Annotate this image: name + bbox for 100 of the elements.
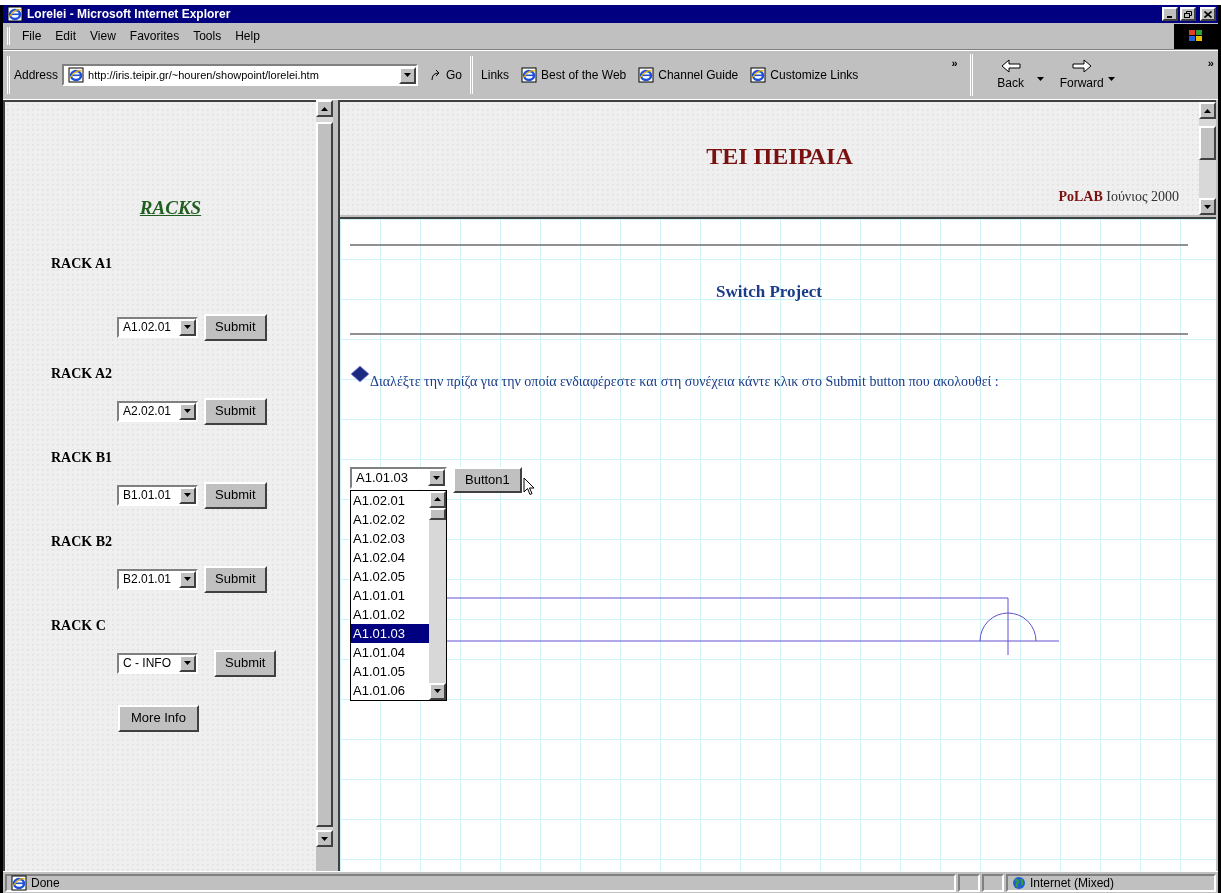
window-title: Lorelei - Microsoft Internet Explorer bbox=[27, 6, 232, 23]
menu-item[interactable]: Favorites bbox=[129, 27, 180, 45]
racks-heading: RACKS bbox=[139, 196, 202, 220]
forward-button[interactable]: Forward bbox=[1055, 58, 1108, 92]
up-arrow-icon bbox=[1204, 108, 1211, 113]
restore-icon[interactable] bbox=[1180, 7, 1196, 21]
menu-item[interactable]: File bbox=[22, 27, 42, 45]
credit-text: PoLAB Ιούνιος 2000 bbox=[1058, 188, 1179, 206]
status-text: Done bbox=[31, 874, 60, 892]
down-arrow-icon bbox=[1204, 204, 1211, 209]
windows-logo-icon bbox=[1174, 23, 1218, 49]
scroll-down-button[interactable] bbox=[1199, 198, 1216, 215]
dropdown-button[interactable] bbox=[179, 486, 197, 504]
rack-label: RACK B1 bbox=[51, 448, 114, 467]
left-arrow-icon bbox=[999, 58, 1022, 74]
dropdown-button[interactable] bbox=[179, 654, 196, 672]
scrollbar[interactable] bbox=[1199, 102, 1216, 215]
link-button[interactable]: Best of the Web bbox=[521, 66, 627, 84]
scroll-up-button[interactable] bbox=[1199, 102, 1216, 119]
more-info-button[interactable]: More Info bbox=[118, 704, 199, 732]
link-button[interactable]: Customize Links bbox=[750, 66, 859, 84]
zone-text: Internet (Mixed) bbox=[1030, 874, 1115, 892]
socket-select[interactable]: A1.01.03 bbox=[350, 466, 447, 489]
scroll-down-button[interactable] bbox=[316, 830, 333, 847]
down-arrow-icon bbox=[184, 493, 192, 497]
submit-button[interactable]: Submit bbox=[204, 397, 267, 425]
rack-label: RACK C bbox=[51, 616, 107, 635]
dropdown-button[interactable] bbox=[179, 570, 197, 588]
link-button[interactable]: Channel Guide bbox=[638, 66, 739, 84]
dropdown-button[interactable] bbox=[179, 402, 197, 420]
dropdown-option[interactable]: A1.01.02 bbox=[351, 604, 429, 624]
scroll-up-button[interactable] bbox=[316, 100, 333, 117]
down-arrow-icon bbox=[184, 577, 192, 581]
dropdown-option[interactable]: A1.02.05 bbox=[351, 566, 429, 586]
button1-button[interactable]: Button1 bbox=[453, 466, 522, 493]
submit-button[interactable]: Submit bbox=[204, 313, 267, 341]
address-field[interactable]: http://iris.teipir.gr/~houren/showpoint/lorelei.htm bbox=[62, 64, 419, 86]
back-button[interactable]: Back bbox=[984, 58, 1037, 92]
scrollbar[interactable] bbox=[429, 490, 446, 700]
minimize-icon[interactable] bbox=[1162, 7, 1178, 21]
page-heading: Switch Project bbox=[716, 281, 822, 303]
submit-button[interactable]: Submit bbox=[214, 649, 277, 677]
down-arrow-icon[interactable] bbox=[1107, 77, 1115, 81]
dropdown-button[interactable] bbox=[179, 318, 197, 336]
rack-select[interactable]: B2.01.01 bbox=[117, 568, 199, 590]
down-arrow-icon bbox=[184, 325, 192, 329]
status-panel bbox=[982, 873, 1004, 892]
dropdown-option[interactable]: A1.02.04 bbox=[351, 547, 429, 567]
menu-item[interactable]: Edit bbox=[55, 27, 77, 45]
site-title: ΤΕΙ ΠΕΙΡΑΙΑ bbox=[706, 142, 853, 171]
rack-select[interactable]: C - INFO bbox=[117, 652, 198, 674]
status-panel bbox=[958, 873, 980, 892]
rack-label: RACK A1 bbox=[51, 254, 114, 273]
more-buttons-button[interactable]: » bbox=[1207, 55, 1214, 72]
address-label: Address bbox=[14, 67, 59, 84]
dropdown-option[interactable]: A1.02.01 bbox=[351, 490, 429, 510]
dropdown-option[interactable]: A1.01.01 bbox=[351, 585, 429, 605]
mouse-cursor-icon bbox=[523, 476, 535, 496]
ie-logo-icon bbox=[7, 6, 23, 22]
dropdown-option[interactable]: A1.01.04 bbox=[351, 642, 429, 662]
scroll-down-button[interactable] bbox=[429, 682, 446, 700]
down-arrow-icon bbox=[184, 661, 191, 665]
down-arrow-icon bbox=[434, 689, 441, 693]
menu-item[interactable]: Tools bbox=[193, 27, 222, 45]
down-arrow-icon bbox=[184, 409, 192, 413]
dropdown-button[interactable] bbox=[428, 469, 445, 486]
menu-item[interactable]: Help bbox=[235, 27, 260, 45]
down-arrow-icon[interactable] bbox=[1036, 77, 1044, 81]
rack-select[interactable]: A2.02.01 bbox=[117, 400, 199, 422]
dropdown-option[interactable]: A1.01.06 bbox=[351, 680, 429, 700]
more-links-button[interactable]: » bbox=[951, 55, 958, 72]
up-arrow-icon bbox=[434, 497, 441, 501]
diamond-icon bbox=[350, 364, 370, 383]
rack-select[interactable]: B1.01.01 bbox=[117, 484, 199, 506]
close-icon[interactable] bbox=[1200, 7, 1216, 21]
instruction-text: Διαλέξτε την πρίζα για την οποία ενδιαφέρεστε και στη συνέχεια κάντε κλικ στο Submit button που ακολουθεί : bbox=[350, 370, 1188, 393]
globe-icon bbox=[1012, 875, 1026, 890]
links-label: Links bbox=[481, 67, 510, 84]
go-button[interactable]: Go bbox=[430, 66, 463, 84]
up-arrow-icon bbox=[321, 106, 328, 111]
dropdown-option[interactable]: A1.01.05 bbox=[351, 661, 429, 681]
rack-label: RACK B2 bbox=[51, 532, 114, 551]
ie-logo-icon bbox=[68, 67, 85, 83]
rack-label: RACK A2 bbox=[51, 364, 114, 383]
dropdown-option[interactable]: A1.01.03 bbox=[351, 623, 429, 643]
dropdown-option[interactable]: A1.02.02 bbox=[351, 509, 429, 529]
scroll-up-button[interactable] bbox=[429, 490, 446, 508]
ie-logo-icon bbox=[521, 67, 538, 83]
down-arrow-icon bbox=[433, 475, 440, 480]
submit-button[interactable]: Submit bbox=[204, 565, 267, 593]
dropdown-option[interactable]: A1.02.03 bbox=[351, 528, 429, 548]
ie-logo-icon bbox=[638, 67, 655, 83]
dropdown-button[interactable] bbox=[399, 66, 417, 84]
rack-select[interactable]: A1.02.01 bbox=[117, 316, 199, 338]
scroll-thumb[interactable] bbox=[1199, 126, 1216, 160]
menu-item[interactable]: View bbox=[90, 27, 116, 45]
submit-button[interactable]: Submit bbox=[204, 481, 267, 509]
down-arrow-icon bbox=[321, 836, 328, 841]
ie-logo-icon bbox=[750, 67, 767, 83]
right-arrow-icon bbox=[1070, 58, 1093, 74]
